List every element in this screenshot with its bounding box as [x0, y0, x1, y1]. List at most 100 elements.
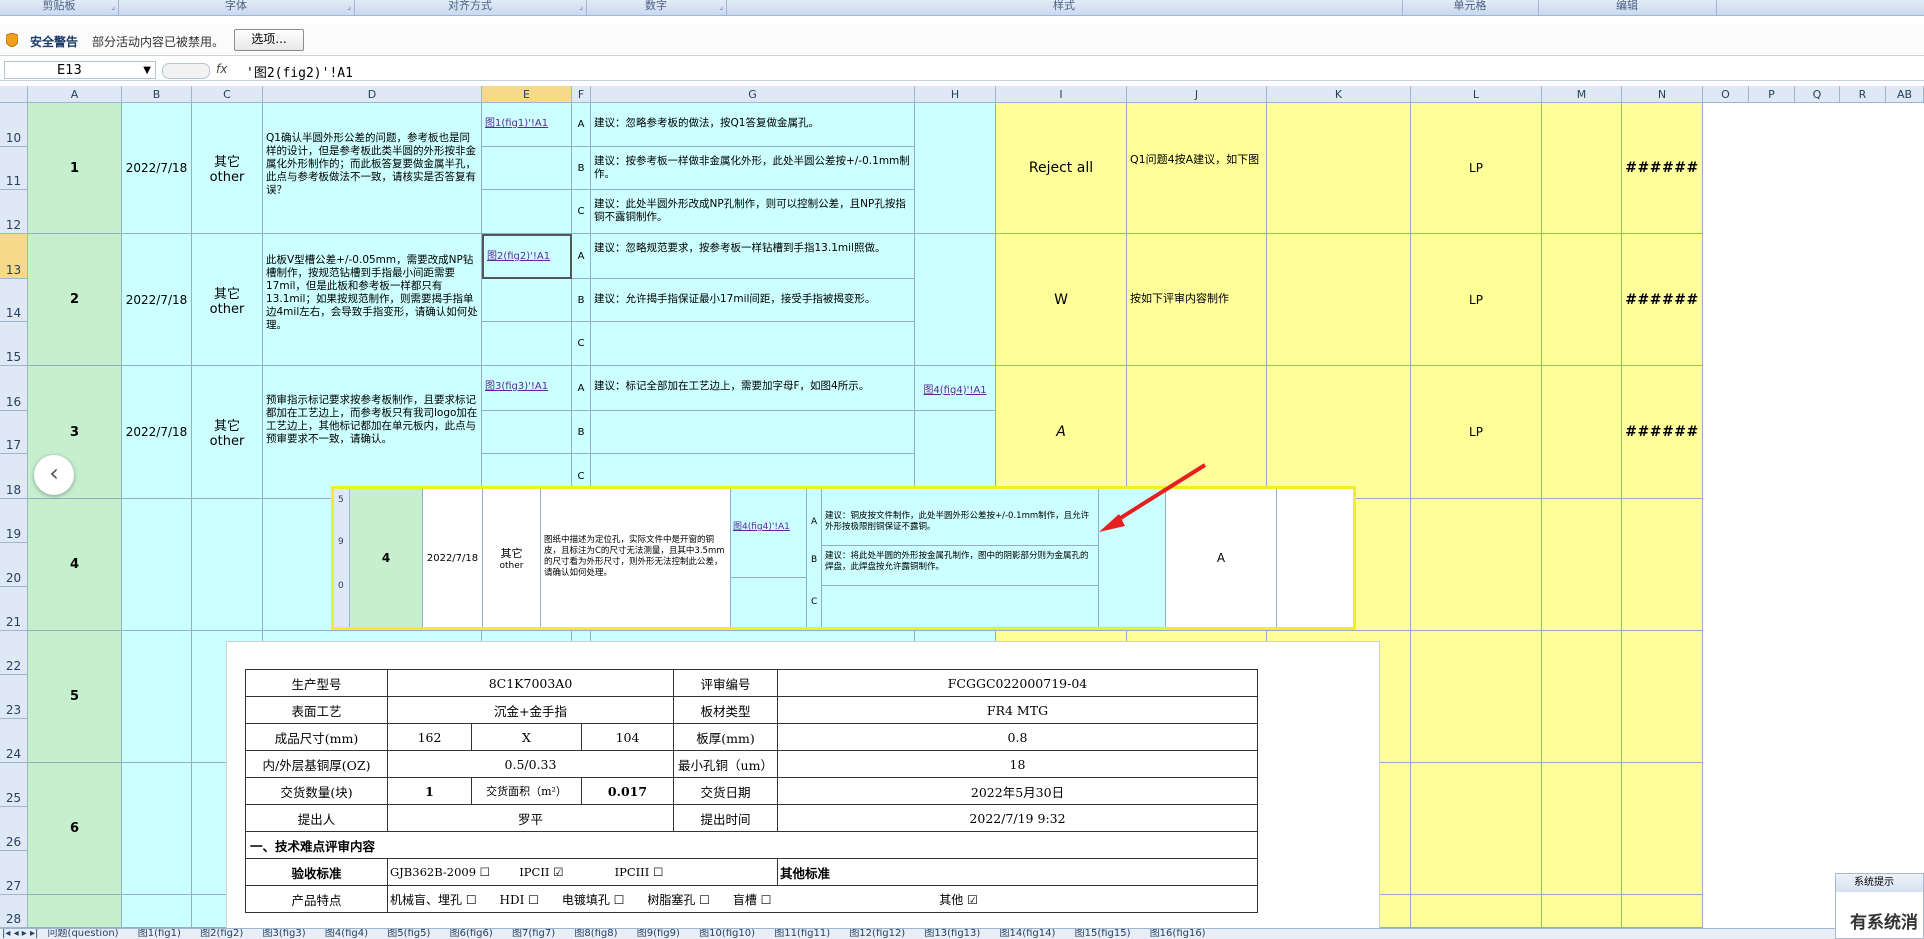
sheet-tab-fig11[interactable]: 图11(fig11): [774, 929, 830, 939]
dialog-launcher-icon[interactable]: ⌟: [111, 1, 115, 12]
sheet-tab-fig6[interactable]: 图6(fig6): [450, 929, 493, 939]
cell-no[interactable]: 1: [28, 103, 122, 234]
cell-decision[interactable]: Reject all: [996, 103, 1127, 234]
column-header-p[interactable]: P: [1749, 86, 1795, 103]
cell-owner[interactable]: [1411, 499, 1542, 928]
cell-option-text[interactable]: 建议：标记全部加在工艺边上，需要加字母F，如图4所示。: [591, 366, 915, 411]
cell-option-text[interactable]: [591, 322, 915, 366]
cell-option-letter[interactable]: A: [572, 366, 591, 411]
cell-k[interactable]: [1267, 366, 1411, 499]
column-header-b[interactable]: B: [122, 86, 192, 103]
row-header-25[interactable]: 25: [0, 763, 28, 807]
cell-type[interactable]: 其它 other: [192, 234, 263, 366]
cell-option-text[interactable]: [591, 411, 915, 454]
column-header-q[interactable]: Q: [1795, 86, 1840, 103]
row-header-12[interactable]: 12: [0, 190, 28, 234]
hyperlink[interactable]: 图4(fig4)'!A1: [923, 381, 986, 396]
cell-h[interactable]: [915, 234, 996, 366]
cell-option-text[interactable]: 建议：按参考板一样做非金属化外形，此处半圆公差按+/-0.1mm制作。: [591, 147, 915, 190]
cell-type[interactable]: 其它 other: [192, 366, 263, 499]
cell-option-text[interactable]: 建议：忽略规范要求，按参考板一样钻槽到手指13.1mil照做。: [591, 234, 915, 279]
cell-option-letter[interactable]: A: [572, 234, 591, 279]
cell-decision[interactable]: W: [996, 234, 1127, 366]
sheet-tab-fig9[interactable]: 图9(fig9): [637, 929, 680, 939]
sheet-tab-fig4[interactable]: 图4(fig4): [325, 929, 368, 939]
cell-empty[interactable]: [482, 190, 572, 234]
cell-question[interactable]: Q1确认半圆外形公差的问题，参考板也是同样的设计，但是参考板此类半圆的外形按非金…: [263, 103, 482, 234]
cell-question[interactable]: 预审指示标记要求按参考板制作，且要求标记都加在工艺边上，而参考板只有我司logo…: [263, 366, 482, 499]
cell-n[interactable]: ######: [1622, 103, 1703, 234]
row-header-16[interactable]: 16: [0, 366, 28, 411]
cell-date[interactable]: 2022/7/18: [122, 103, 192, 234]
name-box[interactable]: E13 ▼: [4, 61, 156, 79]
select-all-corner[interactable]: [0, 86, 28, 103]
row-header-27[interactable]: 27: [0, 851, 28, 895]
ribbon-group-editing[interactable]: 编辑: [1538, 0, 1717, 15]
sheet-tab-fig15[interactable]: 图15(fig15): [1075, 929, 1131, 939]
chevron-down-icon[interactable]: ▼: [143, 62, 151, 79]
cell-comment[interactable]: Q1问题4按A建议，如下图: [1127, 103, 1267, 234]
sheet-tab-fig2[interactable]: 图2(fig2): [200, 929, 243, 939]
cell-m[interactable]: [1542, 499, 1622, 928]
column-header-c[interactable]: C: [192, 86, 263, 103]
cell-k[interactable]: [1267, 103, 1411, 234]
cell-n[interactable]: ######: [1622, 234, 1703, 366]
ribbon-group-number[interactable]: 数字 ⌟: [586, 0, 727, 15]
cell-link[interactable]: 图3(fig3)'!A1: [482, 366, 572, 411]
hyperlink[interactable]: 图1(fig1)'!A1: [485, 118, 548, 129]
row-header-13[interactable]: 13: [0, 234, 28, 279]
cell-option-text[interactable]: 建议：允许揭手指保证最小17mil间距，接受手指被揭变形。: [591, 279, 915, 322]
cell-no[interactable]: 6: [28, 763, 122, 895]
column-header-r[interactable]: R: [1840, 86, 1886, 103]
ribbon-group-clipboard[interactable]: 剪贴板 ⌟: [0, 0, 119, 15]
ribbon-group-styles[interactable]: 样式: [726, 0, 1403, 15]
cell-m[interactable]: [1542, 366, 1622, 499]
row-header-11[interactable]: 11: [0, 147, 28, 190]
cell-no[interactable]: 2: [28, 234, 122, 366]
row-header-15[interactable]: 15: [0, 322, 28, 366]
sheet-tab-question[interactable]: 问题(question): [48, 929, 119, 939]
column-header-m[interactable]: M: [1542, 86, 1622, 103]
row-header-26[interactable]: 26: [0, 807, 28, 851]
row-header-18[interactable]: 18: [0, 454, 28, 499]
cell-empty[interactable]: [482, 279, 572, 322]
cell-option-letter[interactable]: B: [572, 147, 591, 190]
cell-date[interactable]: 2022/7/18: [122, 234, 192, 366]
sheet-tab-fig13[interactable]: 图13(fig13): [924, 929, 980, 939]
sheet-tab-fig7[interactable]: 图7(fig7): [512, 929, 555, 939]
row-header-21[interactable]: 21: [0, 587, 28, 631]
ribbon-group-cells[interactable]: 单元格: [1402, 0, 1539, 15]
system-notification-popup[interactable]: 系统提示 有系统消: [1835, 873, 1924, 939]
cell-n[interactable]: [1622, 499, 1703, 928]
cell-h-link[interactable]: 图4(fig4)'!A1: [915, 366, 996, 411]
column-header-f[interactable]: F: [572, 86, 591, 103]
sheet-tab-fig12[interactable]: 图12(fig12): [849, 929, 905, 939]
cell-link[interactable]: 图1(fig1)'!A1: [482, 103, 572, 147]
row-header-28[interactable]: 28: [0, 895, 28, 928]
hyperlink[interactable]: 图3(fig3)'!A1: [485, 381, 548, 392]
dialog-launcher-icon[interactable]: ⌟: [719, 1, 723, 12]
column-header-n[interactable]: N: [1622, 86, 1703, 103]
row-header-19[interactable]: 19: [0, 499, 28, 543]
sheet-tab-fig3[interactable]: 图3(fig3): [263, 929, 306, 939]
cell-owner[interactable]: LP: [1411, 366, 1542, 499]
cell-owner[interactable]: LP: [1411, 103, 1542, 234]
row-header-14[interactable]: 14: [0, 279, 28, 322]
cell-date[interactable]: 2022/7/18: [122, 366, 192, 499]
cell-owner[interactable]: LP: [1411, 234, 1542, 366]
column-header-e[interactable]: E: [482, 86, 572, 103]
row-header-24[interactable]: 24: [0, 719, 28, 763]
row-header-20[interactable]: 20: [0, 543, 28, 587]
column-header-ab[interactable]: AB: [1886, 86, 1924, 103]
formula-input[interactable]: '图2(fig2)'!A1: [246, 62, 353, 81]
row-header-10[interactable]: 10: [0, 103, 28, 147]
cell-date[interactable]: [122, 499, 192, 928]
cell-no[interactable]: 5: [28, 631, 122, 763]
sheet-tab-fig10[interactable]: 图10(fig10): [699, 929, 755, 939]
sheet-tab-fig8[interactable]: 图8(fig8): [574, 929, 617, 939]
cell-n[interactable]: ######: [1622, 366, 1703, 499]
cell-m[interactable]: [1542, 234, 1622, 366]
cell-option-letter[interactable]: C: [572, 322, 591, 366]
cell-option-letter[interactable]: A: [572, 103, 591, 147]
tab-nav-arrows-icon[interactable]: |◂ ◂ ▸ ▸|: [0, 929, 38, 939]
